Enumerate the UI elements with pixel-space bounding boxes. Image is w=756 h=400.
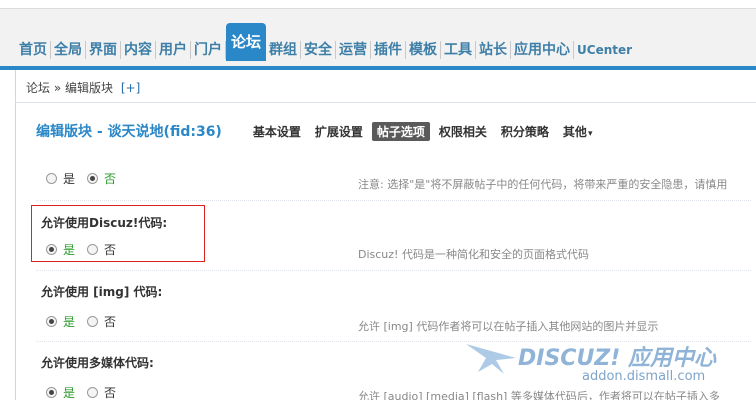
radio-yes[interactable]: 是 <box>46 313 75 330</box>
subtab-1[interactable]: 扩展设置 <box>310 122 368 141</box>
breadcrumb-add-button[interactable]: [+] <box>121 81 140 95</box>
subtab-2[interactable]: 帖子选项 <box>371 121 430 141</box>
subtab-4[interactable]: 积分策略 <box>496 122 554 141</box>
subtab-label: 权限相关 <box>438 124 487 139</box>
breadcrumb: 论坛 » 编辑版块 [+] <box>15 70 756 103</box>
radio-no[interactable]: 否 <box>87 313 116 330</box>
setting-row-2: 允许使用 [img] 代码: 是否允许 [img] 代码作者将可以在帖子插入其他网… <box>36 270 751 340</box>
radio-button-icon[interactable] <box>46 387 57 398</box>
radio-group: 是否 <box>46 384 128 400</box>
radio-button-icon[interactable] <box>46 173 57 184</box>
subtab-5[interactable]: 其他▾ <box>558 122 598 141</box>
chevron-down-icon: ▾ <box>587 128 593 139</box>
radio-button-icon[interactable] <box>46 316 57 327</box>
setting-hint: 注意: 选择"是"将不屏蔽帖子中的任何代码，将带来严重的安全隐患，请慎用 <box>358 178 728 191</box>
breadcrumb-current: 编辑版块 <box>65 81 114 95</box>
radio-label: 是 <box>63 386 76 400</box>
subtab-label: 积分策略 <box>500 124 549 139</box>
radio-yes[interactable]: 是 <box>46 384 75 400</box>
subtab-label: 基本设置 <box>252 124 301 139</box>
page-title: 编辑版块 - 谈天说地(fid:36) <box>36 124 222 140</box>
radio-button-icon[interactable] <box>87 387 99 398</box>
main-nav: 首页 全局 界面 内容 用户 门户 论坛 群组 安全 运营 插件 模板 工具 站长 应用中心 UCenter <box>0 8 756 66</box>
radio-button-icon[interactable] <box>87 173 99 184</box>
subtab-label: 扩展设置 <box>314 124 363 139</box>
page-header: 编辑版块 - 谈天说地(fid:36) 基本设置 扩展设置 帖子选项 权限相关 积分策略… <box>36 121 601 141</box>
radio-label: 否 <box>104 172 117 186</box>
breadcrumb-text: 论坛 » 编辑版块 [+] <box>26 79 140 96</box>
breadcrumb-separator: » <box>53 81 62 95</box>
subtab-label: 其他 <box>562 124 587 139</box>
setting-hint: 允许 [img] 代码作者将可以在帖子插入其他网站的图片并显示 <box>358 320 659 333</box>
radio-group: 是否 <box>46 313 128 330</box>
nav-item-15[interactable]: UCenter <box>574 41 635 59</box>
highlight-annotation-box <box>31 205 205 262</box>
nav-item-6[interactable]: 论坛 <box>226 23 267 61</box>
nav-item-4[interactable]: 用户 <box>156 41 191 59</box>
radio-button-icon[interactable] <box>87 316 99 327</box>
setting-hint: Discuz! 代码是一种简化和安全的页面格式代码 <box>358 248 589 261</box>
nav-item-7[interactable]: 群组 <box>266 41 302 59</box>
radio-yes[interactable]: 是 <box>46 170 75 187</box>
radio-label: 是 <box>63 315 76 329</box>
nav-items: 首页 全局 界面 内容 用户 门户 论坛 群组 安全 运营 插件 模板 工具 站长 应用中心 UCenter <box>16 23 635 61</box>
nav-item-9[interactable]: 运营 <box>336 41 372 59</box>
radio-label: 是 <box>63 172 76 186</box>
setting-label: 允许使用 [img] 代码: <box>41 285 163 299</box>
radio-no[interactable]: 否 <box>87 384 116 400</box>
subtab-label: 帖子选项 <box>376 124 425 139</box>
nav-item-1[interactable]: 全局 <box>51 41 86 59</box>
radio-label: 否 <box>104 386 117 400</box>
nav-item-3[interactable]: 内容 <box>121 41 156 59</box>
radio-no[interactable]: 否 <box>87 170 116 187</box>
subtab-3[interactable]: 权限相关 <box>434 122 492 141</box>
nav-item-10[interactable]: 插件 <box>371 41 407 59</box>
nav-item-14[interactable]: 应用中心 <box>511 41 575 59</box>
setting-row-3: 允许使用多媒体代码: 是否允许 [audio] [media] [flash] 等… <box>36 341 751 400</box>
top-strip <box>0 0 756 8</box>
nav-item-11[interactable]: 模板 <box>406 41 442 59</box>
setting-hint: 允许 [audio] [media] [flash] 等多媒体代码后，作者将可以… <box>358 390 720 400</box>
nav-item-13[interactable]: 站长 <box>476 41 512 59</box>
radio-group: 是否 <box>46 170 128 187</box>
nav-item-12[interactable]: 工具 <box>441 41 477 59</box>
subtab-0[interactable]: 基本设置 <box>248 122 306 141</box>
nav-item-0[interactable]: 首页 <box>16 41 51 59</box>
breadcrumb-root[interactable]: 论坛 <box>26 81 50 95</box>
nav-item-2[interactable]: 界面 <box>86 41 121 59</box>
nav-item-5[interactable]: 门户 <box>191 41 226 59</box>
subtabs: 基本设置 扩展设置 帖子选项 权限相关 积分策略 其他▾ <box>248 121 602 141</box>
radio-label: 否 <box>104 315 117 329</box>
setting-label: 允许使用多媒体代码: <box>41 356 154 370</box>
nav-item-8[interactable]: 安全 <box>301 41 337 59</box>
setting-row-0: 是否注意: 选择"是"将不屏蔽帖子中的任何代码，将带来严重的安全隐患，请慎用 <box>36 158 751 200</box>
